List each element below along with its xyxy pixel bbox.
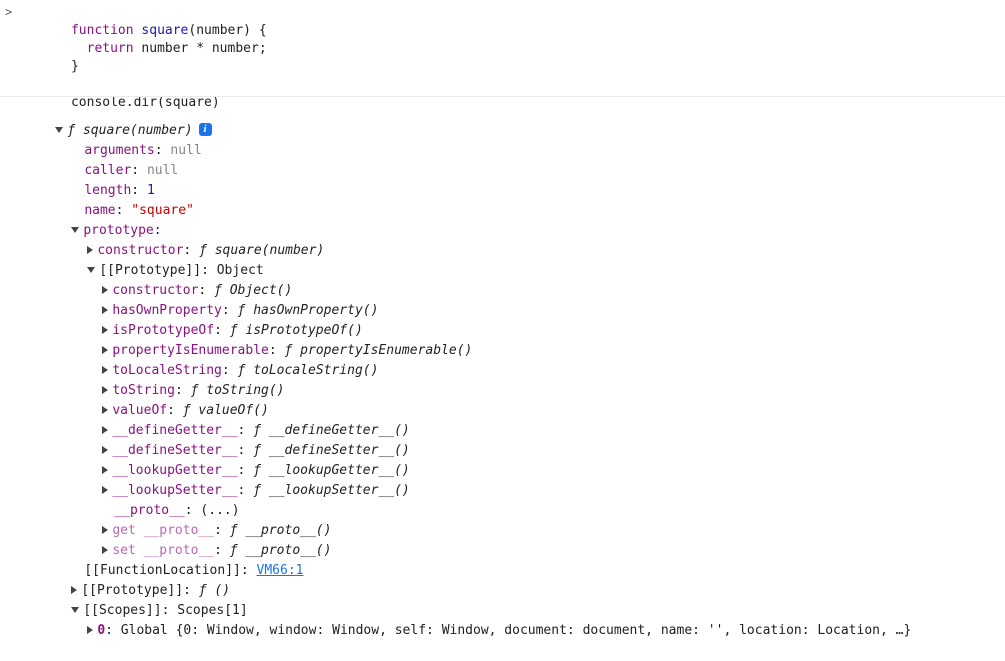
property-row[interactable]: isPrototypeOf: ƒ isPrototypeOf() [71, 301, 363, 338]
property-row-global-scope[interactable]: 0: Global {0: Window, window: Window, se… [56, 601, 911, 638]
property-row[interactable]: constructor: ƒ Object() [71, 261, 292, 298]
property-value: ƒ __lookupSetter__() [253, 483, 410, 498]
console-input-echo: > function square(number) { return numbe… [0, 0, 1005, 110]
property-row[interactable]: toLocaleString: ƒ toLocaleString() [71, 341, 378, 378]
property-row-prototype[interactable]: prototype: [40, 201, 162, 238]
object-root[interactable]: ƒ square(number) i [24, 101, 212, 138]
property-row-scopes[interactable]: [[Scopes]]: Scopes[1] [40, 581, 248, 618]
property-row[interactable]: __lookupGetter__: ƒ __lookupGetter__() [71, 441, 410, 478]
property-row: [[FunctionLocation]]: VM66:1 [84, 563, 304, 578]
console-message-divider [0, 96, 1005, 97]
property-row[interactable]: set __proto__: ƒ __proto__() [71, 521, 331, 558]
property-value: Global {0: Window, window: Window, self:… [120, 623, 912, 638]
property-row[interactable]: get __proto__: ƒ __proto__() [71, 501, 331, 538]
property-row-proto-accessor[interactable]: __proto__: (...) [83, 481, 239, 518]
prompt-chevron-icon: > [5, 5, 13, 19]
property-row: caller: null [84, 163, 179, 178]
property-row-internal-prototype[interactable]: [[Prototype]]: Object [56, 241, 264, 278]
property-row: length: 1 [84, 183, 155, 198]
property-row[interactable]: [[Prototype]]: ƒ () [40, 561, 230, 598]
property-row[interactable]: constructor: ƒ square(number) [56, 221, 324, 258]
property-row[interactable]: __lookupSetter__: ƒ __lookupSetter__() [71, 461, 410, 498]
property-row[interactable]: propertyIsEnumerable: ƒ propertyIsEnumer… [71, 321, 472, 358]
property-row: arguments: null [84, 143, 202, 158]
property-row[interactable]: __defineGetter__: ƒ __defineGetter__() [71, 401, 410, 438]
property-row[interactable]: toString: ƒ toString() [71, 361, 285, 398]
property-row[interactable]: __defineSetter__: ƒ __defineSetter__() [71, 421, 410, 458]
code-text: } [70, 59, 79, 74]
code-text: number * number; [133, 41, 267, 56]
property-row[interactable]: valueOf: ƒ valueOf() [71, 381, 269, 418]
code-keyword: return [70, 41, 134, 56]
property-key: 0 [97, 623, 106, 638]
console-panel: > function square(number) { return numbe… [0, 0, 1005, 638]
property-row[interactable]: hasOwnProperty: ƒ hasOwnProperty() [71, 281, 378, 318]
property-row: name: "square" [84, 203, 194, 218]
function-location-link[interactable]: VM66:1 [257, 563, 304, 578]
